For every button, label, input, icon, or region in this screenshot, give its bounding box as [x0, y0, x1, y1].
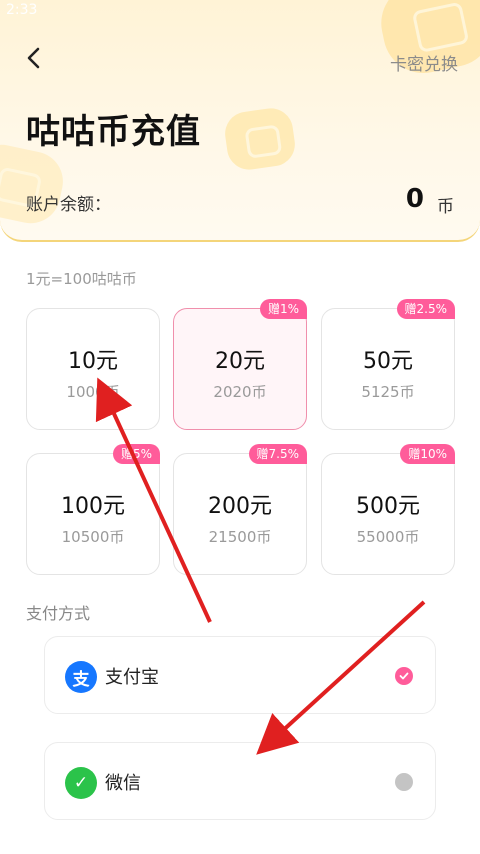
header: 2:33 卡密兑换 咕咕币充值 账户余额： 0 币 — [0, 0, 480, 242]
package-option[interactable]: 赠10% 500元 55000币 — [321, 444, 455, 575]
bonus-badge: 赠5% — [112, 444, 160, 464]
payment-option-wechat[interactable]: ✓ 微信 — [44, 742, 436, 820]
package-coins: 21500币 — [208, 528, 272, 546]
package-price: 20元 — [215, 349, 265, 374]
wechat-pay-icon: ✓ — [65, 767, 97, 799]
back-button[interactable] — [18, 44, 50, 76]
package-option[interactable]: 赠2.5% 50元 5125币 — [321, 299, 455, 430]
package-option-selected[interactable]: 赠1% 20元 2020币 — [173, 299, 307, 430]
coin-decoration — [222, 105, 298, 173]
package-coins: 55000币 — [356, 528, 420, 546]
bonus-badge: 赠7.5% — [248, 444, 307, 464]
bonus-badge: 赠10% — [400, 444, 455, 464]
package-price: 10元 — [68, 349, 118, 374]
payment-label: 支付宝 — [105, 667, 159, 688]
package-price: 200元 — [208, 494, 272, 519]
page-title: 咕咕币充值 — [26, 112, 201, 152]
package-option[interactable]: 赠5% 100元 10500币 — [26, 444, 160, 575]
package-option[interactable]: 赠7.5% 200元 21500币 — [173, 444, 307, 575]
status-time: 2:33 — [6, 2, 38, 18]
balance-unit: 币 — [437, 197, 454, 217]
balance-label: 账户余额： — [26, 195, 111, 215]
bonus-badge: 赠2.5% — [396, 299, 455, 319]
package-coins: 2020币 — [213, 383, 267, 401]
alipay-icon: 支 — [65, 661, 97, 693]
package-price: 50元 — [363, 349, 413, 374]
redeem-card-button[interactable]: 卡密兑换 — [390, 50, 458, 75]
payment-method-title: 支付方式 — [26, 604, 91, 623]
package-price: 500元 — [356, 494, 420, 519]
bonus-badge: 赠1% — [259, 299, 307, 319]
payment-option-alipay[interactable]: 支 支付宝 — [44, 636, 436, 714]
package-price: 100元 — [61, 494, 125, 519]
radio-selected[interactable] — [395, 667, 413, 685]
radio-unselected[interactable] — [395, 773, 413, 791]
payment-label: 微信 — [105, 773, 141, 794]
balance-value: 0 — [405, 184, 424, 214]
exchange-rate-note: 1元=100咕咕币 — [26, 270, 137, 288]
chevron-left-icon — [25, 47, 43, 73]
package-coins: 1000币 — [66, 383, 120, 401]
package-coins: 5125币 — [361, 383, 415, 401]
package-coins: 10500币 — [61, 528, 125, 546]
package-option[interactable]: 10元 1000币 — [26, 308, 160, 430]
